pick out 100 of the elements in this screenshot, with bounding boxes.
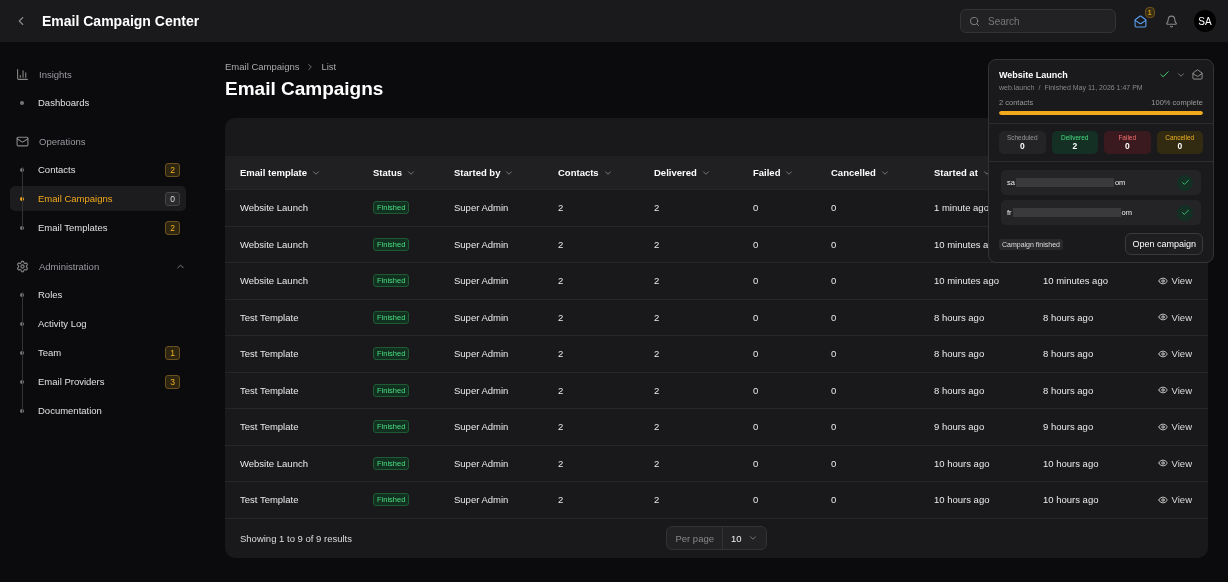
table-cell: 2 bbox=[558, 384, 564, 396]
table-cell: 0 bbox=[753, 238, 759, 250]
open-campaign-button[interactable]: Open campaign bbox=[1125, 233, 1203, 255]
sidebar-item[interactable]: Roles bbox=[10, 280, 186, 309]
table-cell: 0 bbox=[831, 275, 837, 287]
breadcrumb-link[interactable]: List bbox=[321, 61, 337, 72]
eye-icon bbox=[1157, 312, 1168, 323]
table-cell: 2 bbox=[654, 421, 660, 433]
count-badge: 1 bbox=[165, 345, 180, 360]
table-cell: 0 bbox=[753, 202, 759, 214]
table-cell: 0 bbox=[831, 348, 837, 360]
sidebar-item[interactable]: Email Campaigns 0 bbox=[10, 186, 186, 211]
column-header[interactable]: Email template bbox=[240, 167, 373, 178]
search-icon bbox=[969, 15, 980, 27]
search-field[interactable]: Search bbox=[960, 9, 1116, 33]
table-cell: 10 hours ago bbox=[1043, 457, 1099, 469]
table-cell: 10 minutes a bbox=[934, 238, 989, 250]
table-cell: 0 bbox=[831, 202, 837, 214]
table-cell: Website Launch bbox=[240, 202, 308, 214]
bar-chart-icon bbox=[16, 67, 29, 81]
sidebar-item[interactable]: Dashboards bbox=[10, 88, 186, 117]
table-cell: Super Admin bbox=[454, 384, 509, 396]
column-header[interactable]: Delivered bbox=[654, 167, 753, 178]
envelope-icon bbox=[1192, 69, 1203, 80]
table-cell: 10 minutes ago bbox=[1043, 275, 1108, 287]
table-cell: 8 hours ago bbox=[934, 311, 985, 323]
notification-badge: 1 bbox=[1144, 6, 1155, 18]
table-cell: 2 bbox=[654, 275, 660, 287]
column-header[interactable]: Status bbox=[373, 167, 454, 178]
count-badge: 2 bbox=[165, 220, 180, 235]
settings-icon bbox=[16, 259, 29, 273]
table-cell: 0 bbox=[753, 348, 759, 360]
sidebar-item[interactable]: Documentation bbox=[10, 396, 186, 425]
view-link[interactable]: View bbox=[1157, 494, 1192, 506]
table-cell: 2 bbox=[558, 457, 564, 469]
table-cell: 8 hours ago bbox=[934, 348, 985, 360]
table-cell: 0 bbox=[831, 311, 837, 323]
search-input[interactable]: Search bbox=[986, 14, 1096, 28]
eye-icon bbox=[1157, 275, 1168, 286]
inbox-icon[interactable] bbox=[1134, 14, 1147, 28]
sidebar-item[interactable]: Email Templates 2 bbox=[10, 213, 186, 242]
table-cell: 2 bbox=[654, 384, 660, 396]
table-cell: 0 bbox=[831, 421, 837, 433]
table-cell: 2 bbox=[558, 238, 564, 250]
view-link[interactable]: View bbox=[1157, 348, 1192, 360]
table-cell: Super Admin bbox=[454, 494, 509, 506]
column-header[interactable]: Failed bbox=[753, 167, 831, 178]
table-cell: 0 bbox=[831, 494, 837, 506]
sidebar-item[interactable]: Contacts 2 bbox=[10, 155, 186, 184]
count-badge: 3 bbox=[165, 374, 180, 389]
sidebar-item[interactable]: Activity Log bbox=[10, 309, 186, 338]
eye-icon bbox=[1157, 385, 1168, 396]
table-cell: Website Launch bbox=[240, 275, 308, 287]
count-badge: 0 bbox=[165, 191, 180, 206]
table-cell: Super Admin bbox=[454, 421, 509, 433]
table-cell: 2 bbox=[654, 457, 660, 469]
table-cell: Super Admin bbox=[454, 238, 509, 250]
table-cell: 2 bbox=[654, 494, 660, 506]
table-cell: Test Template bbox=[240, 348, 299, 360]
column-header[interactable]: Started by bbox=[454, 167, 558, 178]
eye-icon bbox=[1157, 494, 1168, 505]
sidebar-item[interactable]: Email Providers 3 bbox=[10, 367, 186, 396]
eye-icon bbox=[1157, 348, 1168, 359]
view-link[interactable]: View bbox=[1157, 311, 1192, 323]
column-header[interactable]: Contacts bbox=[558, 167, 654, 178]
column-header[interactable]: Cancelled bbox=[831, 167, 934, 178]
sidebar-item[interactable]: Team 1 bbox=[10, 338, 186, 367]
table-cell: 0 bbox=[753, 457, 759, 469]
table-cell: 0 bbox=[753, 494, 759, 506]
table-cell: 10 minutes ago bbox=[934, 275, 999, 287]
table-cell: Super Admin bbox=[454, 311, 509, 323]
user-avatar[interactable]: SA bbox=[1194, 10, 1216, 32]
table-cell: 2 bbox=[558, 311, 564, 323]
table-cell: 0 bbox=[831, 384, 837, 396]
view-link[interactable]: View bbox=[1157, 384, 1192, 396]
view-link[interactable]: View bbox=[1157, 275, 1192, 287]
table-cell: Test Template bbox=[240, 494, 299, 506]
breadcrumb-link[interactable]: Email Campaigns bbox=[225, 61, 300, 72]
table-cell: 2 bbox=[558, 202, 564, 214]
eye-icon bbox=[1157, 421, 1168, 432]
table-cell: 9 hours ago bbox=[934, 421, 985, 433]
table-cell: Test Template bbox=[240, 311, 299, 323]
bell-icon[interactable] bbox=[1165, 14, 1178, 28]
table-cell: 2 bbox=[558, 275, 564, 287]
section-label: Administration bbox=[39, 260, 101, 272]
check-icon bbox=[1180, 178, 1190, 187]
table-cell: Super Admin bbox=[454, 348, 509, 360]
table-cell: 2 bbox=[654, 311, 660, 323]
table-cell: 0 bbox=[831, 457, 837, 469]
page-title: Email Campaigns bbox=[225, 78, 384, 100]
view-link[interactable]: View bbox=[1157, 457, 1192, 469]
view-link[interactable]: View bbox=[1157, 421, 1192, 433]
eye-icon bbox=[1157, 458, 1168, 469]
chevron-down-icon bbox=[747, 533, 758, 543]
check-icon bbox=[1180, 208, 1190, 217]
table-cell: 2 bbox=[654, 238, 660, 250]
table-cell: 10 hours ago bbox=[934, 494, 990, 506]
table-cell: 2 bbox=[558, 421, 564, 433]
app-title: Email Campaign Center bbox=[42, 13, 201, 29]
per-page-select[interactable]: 10 bbox=[723, 532, 766, 544]
